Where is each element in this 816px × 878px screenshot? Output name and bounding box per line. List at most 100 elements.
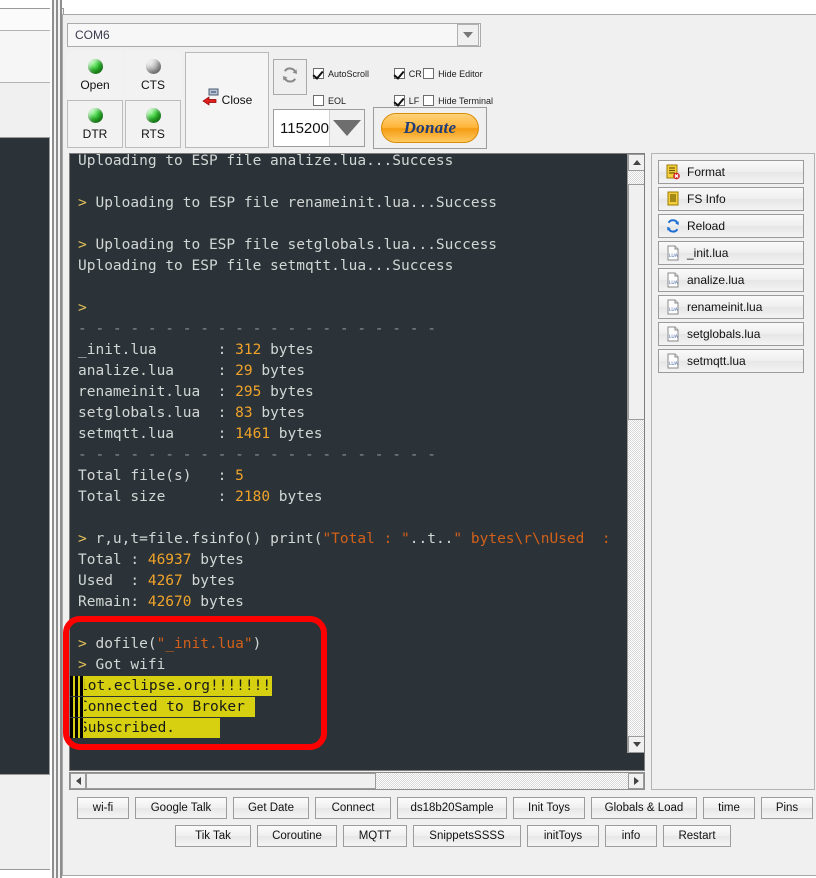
command-button-google-talk[interactable]: Google Talk — [135, 797, 227, 819]
led-indicator-icon — [145, 58, 161, 74]
scroll-left-button[interactable] — [70, 773, 86, 789]
fs-button-label: Format — [687, 165, 726, 179]
scroll-down-button[interactable] — [628, 736, 644, 753]
lua-file-icon: LUA — [665, 353, 681, 369]
terminal-text-span: r,u,t=file.fsinfo() print( — [95, 531, 323, 547]
terminal-line: Remain: 42670 bytes — [78, 592, 644, 613]
fs-button-label: setmqtt.lua — [687, 354, 746, 368]
terminal-text-span: "Total : " — [322, 531, 410, 547]
donate-container: Donate — [373, 107, 487, 149]
command-button-pins[interactable]: Pins — [761, 797, 813, 819]
scroll-right-button[interactable] — [628, 773, 644, 789]
command-button-connect[interactable]: Connect — [315, 797, 391, 819]
serial-port-combo[interactable]: COM6 — [67, 23, 481, 47]
connection-toolbar: Open CTS DTR RTS Close AutoScroll EOL CR… — [67, 51, 493, 151]
terminal-text-span: - - - - - - - - - - - - - - - - - - - - … — [78, 321, 436, 337]
fs-button-setmqtt-lua[interactable]: LUA setmqtt.lua — [658, 349, 804, 373]
checkbox-hide-editor[interactable]: Hide Editor — [423, 65, 493, 82]
checkbox-icon — [313, 95, 324, 106]
terminal-line: Uploading to ESP file analize.lua...Succ… — [78, 153, 644, 172]
command-button-get-date[interactable]: Get Date — [233, 797, 309, 819]
scroll-up-button[interactable] — [628, 154, 644, 171]
chevron-down-icon[interactable] — [457, 24, 479, 46]
fs-button-renameinit-lua[interactable]: LUA renameinit.lua — [658, 295, 804, 319]
terminal-line: > Uploading to ESP file setglobals.lua..… — [78, 235, 644, 256]
close-port-button[interactable]: Close — [185, 52, 269, 148]
terminal-text-span: "_init.lua" — [156, 636, 253, 652]
terminal-text-span: Used : — [78, 573, 148, 589]
command-button-snippetsssss[interactable]: SnippetsSSSS — [413, 825, 521, 847]
terminal-output[interactable]: Uploading to ESP file analize.lua...Succ… — [69, 153, 645, 771]
fs-button-label: analize.lua — [687, 273, 745, 287]
command-button-wi-fi[interactable]: wi-fi — [77, 797, 129, 819]
terminal-text-span: setglobals.lua : — [78, 405, 236, 421]
terminal-text-span: 1461 — [235, 426, 271, 442]
terminal-text-span: Uploading to ESP file analize.lua...Succ… — [78, 153, 454, 169]
led-indicator-icon — [87, 58, 103, 74]
terminal-line: > Got wifi — [78, 655, 644, 676]
command-button-ds18b20sample[interactable]: ds18b20Sample — [397, 797, 507, 819]
info-document-icon — [665, 191, 681, 207]
terminal-vertical-scrollbar[interactable] — [627, 154, 644, 753]
fs-button-fs-info[interactable]: FS Info — [658, 187, 804, 211]
fs-button-init-lua[interactable]: LUA _init.lua — [658, 241, 804, 265]
vertical-scroll-thumb[interactable] — [628, 184, 644, 420]
fs-button-label: renameinit.lua — [687, 300, 763, 314]
lua-file-icon: LUA — [665, 272, 681, 288]
terminal-text-span: - - - - - - - - - - - - - - - - - - - - … — [78, 447, 436, 463]
command-button-globals-load[interactable]: Globals & Load — [591, 797, 697, 819]
lua-file-icon: LUA — [665, 245, 681, 261]
led-cts[interactable]: CTS — [125, 51, 181, 99]
command-button-restart[interactable]: Restart — [663, 825, 731, 847]
line-marker-icon — [70, 697, 84, 717]
command-button-init-toys[interactable]: Init Toys — [513, 797, 585, 819]
fs-button-reload[interactable]: Reload — [658, 214, 804, 238]
terminal-horizontal-scrollbar[interactable] — [69, 772, 645, 790]
fs-button-setglobals-lua[interactable]: LUA setglobals.lua — [658, 322, 804, 346]
terminal-line: Connected to Broker — [70, 697, 644, 718]
donate-button[interactable]: Donate — [381, 113, 479, 143]
command-button-inittoys[interactable]: initToys — [527, 825, 599, 847]
refresh-ports-button[interactable] — [273, 59, 307, 95]
led-rts[interactable]: RTS — [125, 100, 181, 148]
led-dtr[interactable]: DTR — [67, 100, 123, 148]
svg-text:LUA: LUA — [669, 280, 679, 286]
terminal-text-span: 42670 — [147, 594, 192, 610]
terminal-line: Total file(s) : 5 — [78, 466, 644, 487]
lua-file-icon: LUA — [665, 326, 681, 342]
baud-chevron-down-icon[interactable] — [328, 110, 364, 146]
terminal-line: - - - - - - - - - - - - - - - - - - - - … — [78, 319, 644, 340]
fs-button-format[interactable]: Format — [658, 160, 804, 184]
command-button-mqtt[interactable]: MQTT — [343, 825, 407, 847]
terminal-text-span: bytes — [252, 405, 305, 421]
terminal-text-span: Uploading to ESP file setmqtt.lua...Succ… — [78, 258, 454, 274]
terminal-text-span: > — [78, 531, 96, 547]
terminal-text-span: 83 — [235, 405, 253, 421]
terminal-line: setglobals.lua : 83 bytes — [78, 403, 644, 424]
led-indicator-icon — [145, 107, 161, 123]
checkbox-autoscroll[interactable]: AutoScroll — [313, 65, 394, 82]
terminal-text-span: dofile( — [95, 636, 157, 652]
disconnect-icon — [202, 88, 220, 113]
terminal-text-span: > — [78, 657, 96, 673]
highlighted-text: Connected to Broker — [78, 697, 255, 717]
fs-button-analize-lua[interactable]: LUA analize.lua — [658, 268, 804, 292]
command-button-tik-tak[interactable]: Tik Tak — [175, 825, 251, 847]
command-button-info[interactable]: info — [605, 825, 657, 847]
command-button-coroutine[interactable]: Coroutine — [257, 825, 337, 847]
checkbox-icon — [393, 95, 405, 106]
snippet-button-row-2: Tik Tak Coroutine MQTT SnippetsSSSS initToys… — [63, 825, 816, 847]
background-window-toolbar — [0, 9, 56, 31]
serial-port-value: COM6 — [75, 28, 110, 42]
led-open[interactable]: Open — [67, 51, 123, 99]
baud-rate-selector[interactable]: 115200 — [273, 109, 365, 147]
checkbox-cr[interactable]: CR — [393, 65, 423, 82]
horizontal-scroll-thumb[interactable] — [86, 773, 376, 789]
terminal-text-span: > — [78, 636, 96, 652]
checkbox-autoscroll-label: AutoScroll — [328, 68, 370, 79]
led-dtr-label: DTR — [82, 126, 108, 141]
command-button-time[interactable]: time — [703, 797, 755, 819]
svg-text:LUA: LUA — [669, 334, 679, 340]
terminal-options: AutoScroll EOL CR LF Hide Editor Hide Te… — [313, 65, 493, 109]
